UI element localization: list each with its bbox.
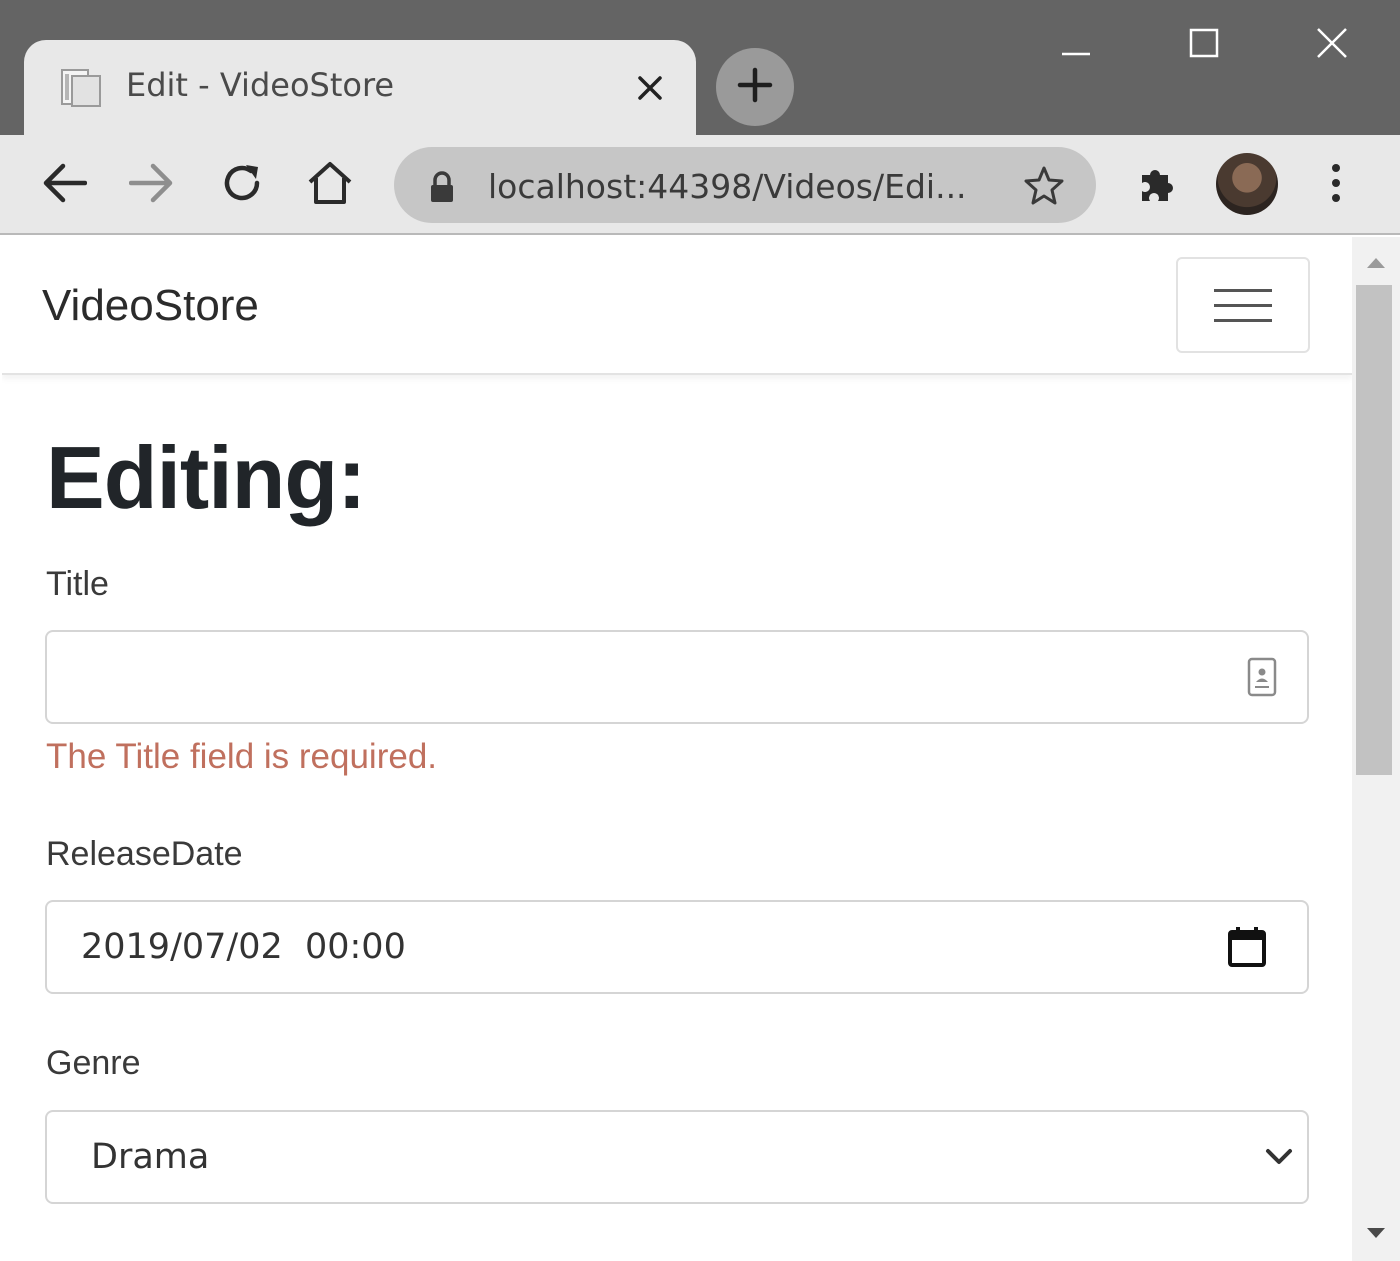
url-text: localhost:44398/Videos/Edi... <box>488 167 967 206</box>
maximize-icon <box>1189 28 1219 62</box>
minimize-icon <box>1061 28 1091 62</box>
puzzle-icon <box>1136 161 1180 209</box>
browser-menu-button[interactable] <box>1308 157 1364 213</box>
hamburger-line <box>1214 318 1272 322</box>
genre-label: Genre <box>46 1044 141 1082</box>
forward-button[interactable] <box>124 157 180 213</box>
browser-toolbar: localhost:44398/Videos/Edi... <box>0 135 1400 235</box>
back-button[interactable] <box>36 157 92 213</box>
close-icon <box>1316 27 1348 63</box>
scroll-up-arrow-icon[interactable] <box>1364 253 1388 273</box>
navbar-brand[interactable]: VideoStore <box>42 281 259 331</box>
bookmark-star-icon[interactable] <box>1022 163 1066 207</box>
window-titlebar: Edit - VideoStore <box>0 0 1400 140</box>
autofill-contact-icon[interactable] <box>1247 657 1277 697</box>
release-date-input[interactable]: 2019/07/02 00:00 <box>45 900 1309 994</box>
extensions-button[interactable] <box>1130 157 1186 213</box>
arrow-left-icon <box>41 163 88 207</box>
page-icon <box>60 68 104 108</box>
hamburger-line <box>1214 303 1272 307</box>
site-navbar: VideoStore <box>2 237 1352 375</box>
minimize-button[interactable] <box>1044 18 1108 72</box>
title-label: Title <box>46 565 109 603</box>
release-date-label: ReleaseDate <box>46 835 243 873</box>
new-tab-button[interactable] <box>716 48 794 126</box>
plus-icon <box>737 67 773 107</box>
reload-button[interactable] <box>214 157 270 213</box>
calendar-icon[interactable] <box>1227 926 1267 968</box>
page-title: Editing: <box>46 428 366 527</box>
navbar-toggler-button[interactable] <box>1176 257 1310 353</box>
home-button[interactable] <box>302 157 358 213</box>
maximize-button[interactable] <box>1172 18 1236 72</box>
hamburger-line <box>1214 288 1272 292</box>
lock-icon[interactable] <box>428 171 456 203</box>
profile-avatar[interactable] <box>1216 153 1278 215</box>
title-input[interactable] <box>45 630 1309 724</box>
release-date-value: 2019/07/02 00:00 <box>81 927 406 967</box>
chevron-down-icon <box>1265 1148 1293 1166</box>
page-viewport: VideoStore Editing: Title The Title fiel… <box>2 237 1352 1261</box>
title-validation-error: The Title field is required. <box>46 737 438 776</box>
genre-selected-value: Drama <box>91 1137 210 1177</box>
home-icon <box>306 160 354 210</box>
scrollbar-thumb[interactable] <box>1356 285 1392 775</box>
browser-tab[interactable]: Edit - VideoStore <box>24 40 696 140</box>
arrow-right-icon <box>128 163 175 207</box>
genre-select[interactable]: Drama <box>45 1110 1309 1204</box>
close-window-button[interactable] <box>1300 18 1364 72</box>
tab-title: Edit - VideoStore <box>126 66 395 104</box>
scroll-down-arrow-icon[interactable] <box>1364 1223 1388 1243</box>
page-scrollbar[interactable] <box>1352 237 1400 1261</box>
reload-icon <box>220 161 264 209</box>
address-bar[interactable]: localhost:44398/Videos/Edi... <box>394 147 1096 223</box>
tab-close-icon[interactable] <box>630 68 670 108</box>
kebab-menu-icon <box>1330 163 1342 207</box>
